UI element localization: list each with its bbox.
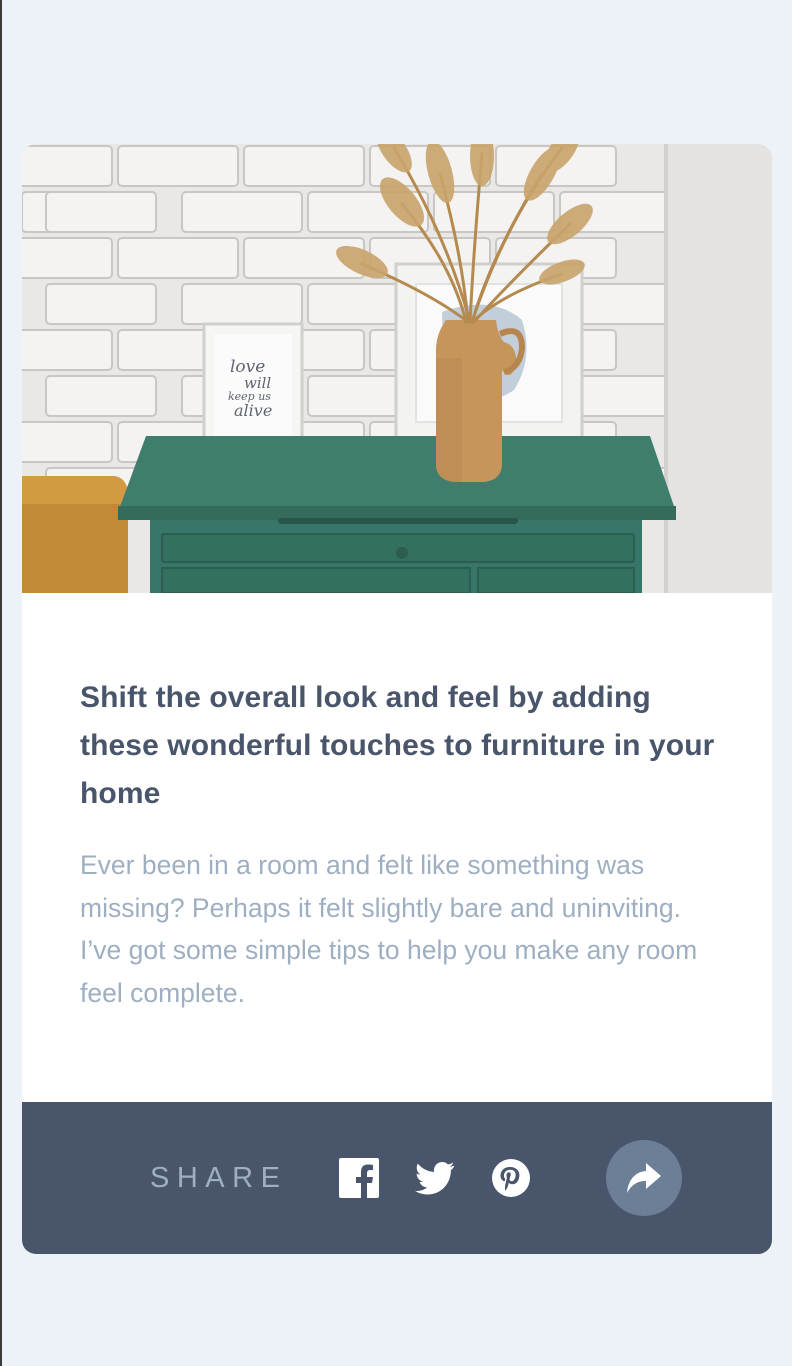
pinterest-icon[interactable] — [491, 1158, 531, 1198]
green-cabinet — [118, 436, 676, 593]
article-content: Shift the overall look and feel by addin… — [80, 674, 720, 1014]
share-button[interactable] — [606, 1140, 682, 1216]
share-arrow-icon — [627, 1163, 661, 1193]
article-title[interactable]: Shift the overall look and feel by addin… — [80, 674, 720, 818]
share-bar: SHARE — [22, 1102, 772, 1254]
hero-image: love will keep us alive — [22, 144, 772, 593]
love-frame: love will keep us alive — [202, 322, 304, 450]
facebook-icon[interactable] — [339, 1158, 379, 1198]
frame-text-line4: alive — [234, 401, 272, 420]
article-description: Ever been in a room and felt like someth… — [80, 850, 698, 1008]
article-card: love will keep us alive Shift the overal… — [22, 144, 772, 1254]
twitter-icon[interactable] — [415, 1158, 455, 1198]
share-label: SHARE — [150, 1162, 288, 1194]
